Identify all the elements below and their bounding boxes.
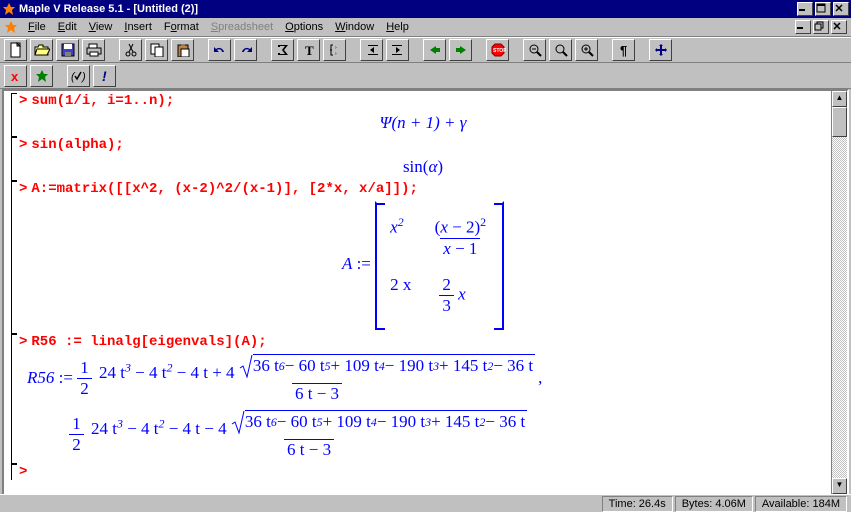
- menu-spreadsheet: Spreadsheet: [205, 19, 279, 35]
- insert-group-button[interactable]: ››: [323, 39, 346, 61]
- svg-text:T: T: [305, 43, 314, 57]
- outdent-button[interactable]: [360, 39, 383, 61]
- menu-view[interactable]: View: [83, 19, 119, 35]
- back-button[interactable]: [423, 39, 446, 61]
- worksheet-frame: >sum(1/i, i=1..n); Ψ(n + 1) + γ >sin(alp…: [2, 89, 849, 496]
- menu-format[interactable]: Format: [158, 19, 205, 35]
- paste-button[interactable]: [171, 39, 194, 61]
- toolbar-context: x () !: [0, 63, 851, 89]
- title-bar: Maple V Release 5.1 - [Untitled (2)]: [0, 0, 851, 18]
- output-matrix: A := x2 (x − 2)2 x − 1 2 x: [19, 197, 827, 334]
- open-file-button[interactable]: [30, 39, 53, 61]
- prompt: >: [19, 334, 31, 350]
- execute-button[interactable]: !: [93, 65, 116, 87]
- input-line[interactable]: A:=matrix([[x^2, (x-2)^2/(x-1)], [2*x, x…: [31, 181, 417, 197]
- status-bar: Time: 26.4s Bytes: 4.06M Available: 184M: [0, 494, 851, 512]
- copy-button[interactable]: [145, 39, 168, 61]
- remove-output-button[interactable]: x: [4, 65, 27, 87]
- resize-window-button[interactable]: [649, 39, 672, 61]
- insert-text-button[interactable]: T: [297, 39, 320, 61]
- save-button[interactable]: [56, 39, 79, 61]
- menu-file[interactable]: File: [22, 19, 52, 35]
- doc-icon: [4, 20, 18, 34]
- insert-math-button[interactable]: [271, 39, 294, 61]
- app-icon: [2, 2, 16, 16]
- prompt: >: [19, 137, 31, 153]
- show-nonprint-button[interactable]: ¶: [612, 39, 635, 61]
- close-button[interactable]: [833, 2, 849, 16]
- menu-window[interactable]: Window: [329, 19, 380, 35]
- scroll-down-button[interactable]: ▼: [832, 478, 847, 494]
- menu-options[interactable]: Options: [279, 19, 329, 35]
- execute-worksheet-button[interactable]: [30, 65, 53, 87]
- stop-button[interactable]: STOP: [486, 39, 509, 61]
- prompt: >: [19, 181, 31, 197]
- svg-text:x: x: [11, 69, 19, 83]
- menu-help[interactable]: Help: [380, 19, 415, 35]
- output-eigenvals: R56 := 12 24 t3 − 4 t2 − 4 t + 4 36 t6 −…: [19, 350, 827, 464]
- maximize-button[interactable]: [815, 2, 831, 16]
- svg-text:›: ›: [335, 51, 337, 57]
- window-title: Maple V Release 5.1 - [Untitled (2)]: [19, 3, 797, 15]
- indent-button[interactable]: [386, 39, 409, 61]
- vertical-scrollbar[interactable]: ▲ ▼: [831, 91, 847, 494]
- zoom-reset-button[interactable]: [549, 39, 572, 61]
- mdi-minimize-button[interactable]: [795, 20, 811, 34]
- toolbar-main: T ›› STOP ¶: [0, 37, 851, 63]
- prompt: >: [19, 93, 31, 109]
- svg-text:STOP: STOP: [493, 48, 506, 54]
- menu-insert[interactable]: Insert: [118, 19, 158, 35]
- status-bytes: Bytes: 4.06M: [675, 496, 753, 512]
- input-line[interactable]: R56 := linalg[eigenvals](A);: [31, 334, 266, 350]
- input-line[interactable]: sum(1/i, i=1..n);: [31, 93, 174, 109]
- scroll-track[interactable]: [832, 137, 847, 478]
- status-available: Available: 184M: [755, 496, 847, 512]
- undo-button[interactable]: [208, 39, 231, 61]
- svg-text:¶: ¶: [620, 43, 627, 57]
- input-line[interactable]: sin(alpha);: [31, 137, 123, 153]
- scroll-thumb[interactable]: [832, 107, 847, 137]
- new-file-button[interactable]: [4, 39, 27, 61]
- menu-bar: File Edit View Insert Format Spreadsheet…: [0, 18, 851, 37]
- zoom-out-button[interactable]: [523, 39, 546, 61]
- output-line: Ψ(n + 1) + γ: [19, 109, 827, 137]
- cut-button[interactable]: [119, 39, 142, 61]
- status-time: Time: 26.4s: [602, 496, 673, 512]
- check-syntax-button[interactable]: (): [67, 65, 90, 87]
- menu-edit[interactable]: Edit: [52, 19, 83, 35]
- prompt: >: [19, 464, 31, 480]
- scroll-up-button[interactable]: ▲: [832, 91, 847, 107]
- zoom-in-button[interactable]: [575, 39, 598, 61]
- print-button[interactable]: [82, 39, 105, 61]
- mdi-close-button[interactable]: [831, 20, 847, 34]
- forward-button[interactable]: [449, 39, 472, 61]
- svg-text:!: !: [102, 69, 107, 83]
- output-line: sin(α): [19, 153, 827, 181]
- mdi-restore-button[interactable]: [813, 20, 829, 34]
- minimize-button[interactable]: [797, 2, 813, 16]
- worksheet[interactable]: >sum(1/i, i=1..n); Ψ(n + 1) + γ >sin(alp…: [4, 91, 831, 494]
- redo-button[interactable]: [234, 39, 257, 61]
